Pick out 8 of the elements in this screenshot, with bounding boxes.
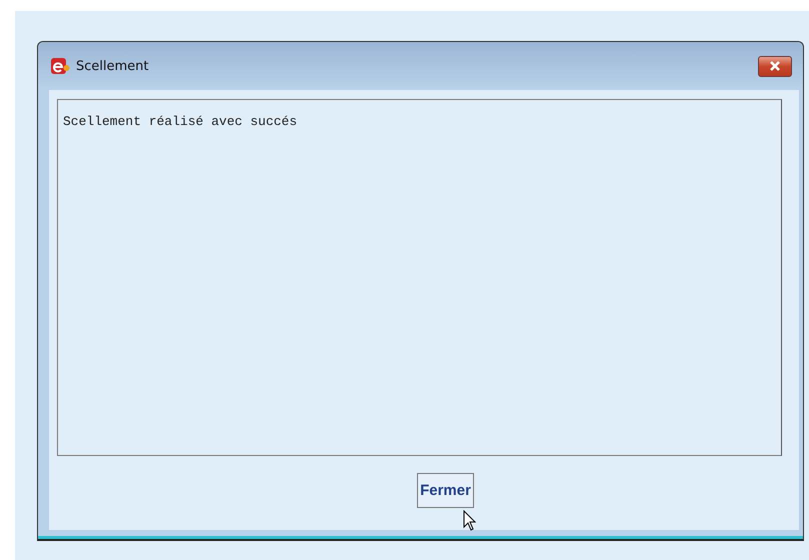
mouse-cursor-icon [463, 510, 477, 532]
close-icon [768, 61, 782, 71]
app-logo-icon [51, 58, 70, 74]
close-dialog-button[interactable]: Fermer [417, 473, 474, 508]
message-text-area[interactable]: Scellement réalisé avec succés [57, 99, 782, 456]
message-text: Scellement réalisé avec succés [63, 114, 298, 129]
close-button[interactable] [758, 56, 792, 76]
window-title: Scellement [76, 58, 149, 74]
